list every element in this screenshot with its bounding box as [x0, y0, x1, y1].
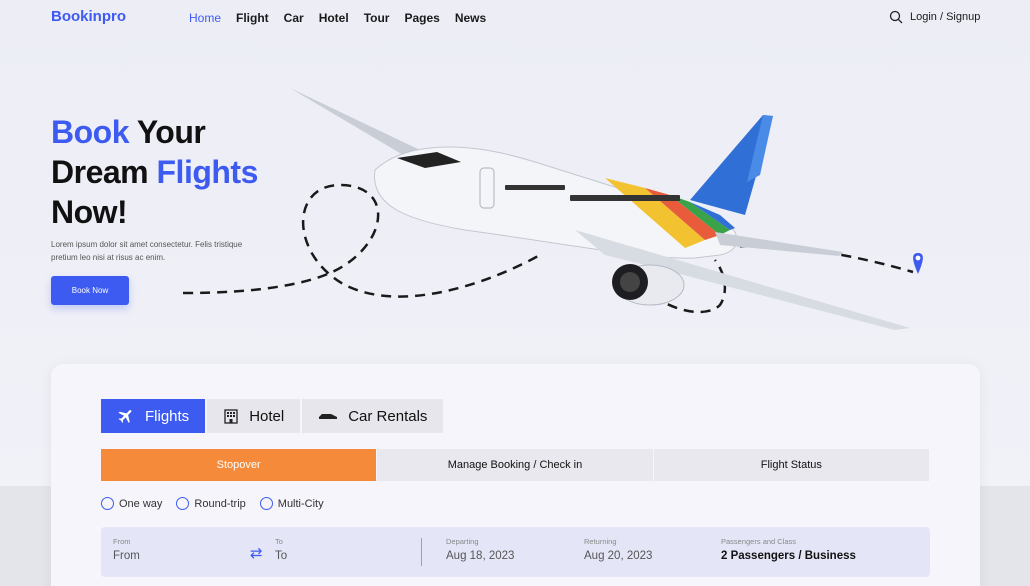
nav-tour[interactable]: Tour: [364, 11, 390, 25]
hero-title-now: Now!: [51, 194, 128, 230]
search-icon[interactable]: [889, 10, 903, 24]
passengers-value[interactable]: 2 Passengers / Business: [721, 550, 856, 562]
returning-date[interactable]: Aug 20, 2023: [584, 550, 652, 562]
departing-field[interactable]: Departing Aug 18, 2023: [446, 537, 514, 562]
radio-one-way[interactable]: One way: [101, 497, 162, 510]
airplane-icon: [117, 407, 135, 425]
trip-type-options: One way Round-trip Multi-City: [101, 497, 338, 510]
from-field[interactable]: From From: [113, 537, 140, 562]
login-signup-link[interactable]: Login / Signup: [910, 11, 980, 23]
passengers-label: Passengers and Class: [721, 537, 797, 546]
hero-title-dream: Dream: [51, 154, 157, 190]
booking-tabs: Flights Hotel Car Rentals: [101, 399, 445, 433]
tab-flights[interactable]: Flights: [101, 399, 206, 433]
from-label: From: [113, 537, 131, 546]
tab-car-rentals[interactable]: Car Rentals: [302, 399, 444, 433]
book-now-button[interactable]: Book Now: [51, 276, 129, 305]
logo[interactable]: Bookinpro: [51, 8, 126, 25]
radio-circle[interactable]: [259, 497, 273, 510]
airplane-illustration: [182, 88, 923, 330]
returning-label: Returning: [584, 537, 617, 546]
returning-field[interactable]: Returning Aug 20, 2023: [584, 537, 652, 562]
radio-label: One way: [119, 497, 163, 510]
to-field[interactable]: To To: [275, 537, 287, 562]
flight-search-bar: From From ⇄ To To Departing Aug 18, 2023…: [101, 527, 930, 577]
nav-home[interactable]: Home: [189, 11, 221, 25]
radio-round-trip[interactable]: Round-trip: [176, 497, 246, 510]
subtab-flight-status[interactable]: Flight Status: [654, 449, 930, 481]
nav-hotel[interactable]: Hotel: [319, 11, 349, 25]
nav-flight[interactable]: Flight: [236, 11, 269, 25]
main-nav: Home Flight Car Hotel Tour Pages News: [189, 11, 501, 25]
tab-hotel[interactable]: Hotel: [207, 399, 301, 433]
nav-pages[interactable]: Pages: [404, 11, 439, 25]
nav-news[interactable]: News: [455, 11, 486, 25]
radio-label: Multi-City: [277, 497, 324, 510]
departing-date[interactable]: Aug 18, 2023: [446, 550, 514, 562]
radio-label: Round-trip: [194, 497, 246, 510]
radio-circle[interactable]: [176, 497, 190, 510]
to-label: To: [275, 537, 283, 546]
subtab-stopover[interactable]: Stopover: [101, 449, 378, 481]
radio-multi-city[interactable]: Multi-City: [259, 497, 324, 510]
nav-car[interactable]: Car: [284, 11, 304, 25]
swap-icon[interactable]: ⇄: [250, 544, 263, 562]
to-input[interactable]: To: [275, 550, 287, 562]
passengers-field[interactable]: Passengers and Class 2 Passengers / Busi…: [721, 537, 856, 562]
building-icon: [223, 408, 239, 424]
departing-label: Departing: [446, 537, 479, 546]
tab-car-rentals-label: Car Rentals: [348, 407, 428, 425]
car-icon: [318, 411, 338, 421]
field-divider: [421, 538, 422, 566]
subtab-manage-booking[interactable]: Manage Booking / Check in: [377, 449, 654, 481]
hero-title-book: Book: [51, 114, 130, 150]
location-pin-icon: [913, 253, 923, 274]
tab-flights-label: Flights: [145, 407, 190, 425]
radio-circle[interactable]: [101, 497, 114, 510]
tab-hotel-label: Hotel: [249, 407, 285, 425]
from-input[interactable]: From: [113, 550, 140, 562]
booking-subtabs: Stopover Manage Booking / Check in Fligh…: [101, 449, 930, 481]
